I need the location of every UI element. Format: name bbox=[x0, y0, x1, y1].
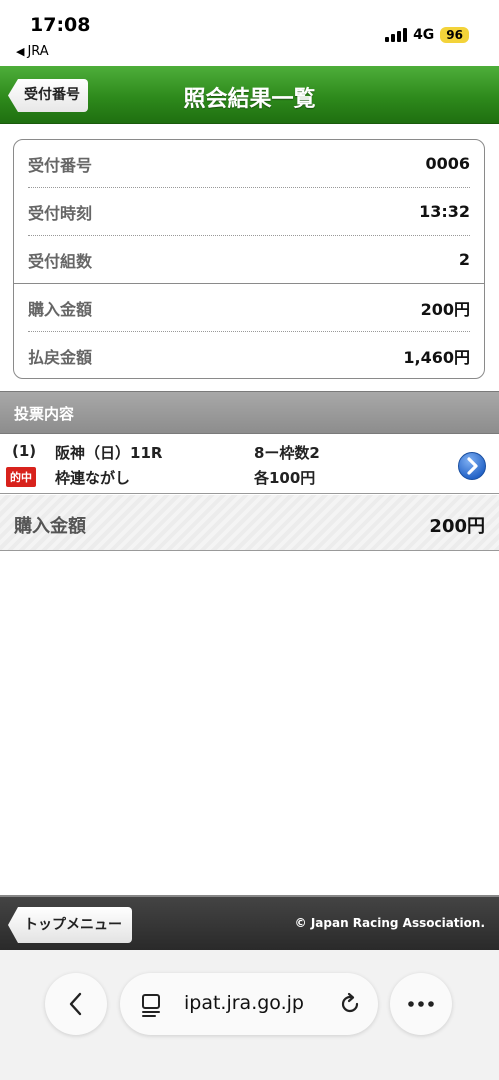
purchase-total: 購入金額 200円 bbox=[0, 495, 499, 551]
status-indicators: 4G 96 bbox=[385, 27, 469, 43]
address-bar[interactable]: ipat.jra.go.jp bbox=[120, 973, 378, 1035]
bet-amount: 各100円 bbox=[254, 469, 316, 487]
payout-amount-value: 1,460円 bbox=[403, 347, 470, 367]
back-app-label: JRA bbox=[27, 44, 49, 59]
section-header: 投票内容 bbox=[0, 391, 499, 434]
hit-badge: 的中 bbox=[6, 467, 36, 487]
receipt-time-label: 受付時刻 bbox=[28, 203, 93, 223]
receipt-count-value: 2 bbox=[458, 250, 470, 269]
back-to-app[interactable]: ◀ JRA bbox=[16, 44, 49, 59]
bet-race: 阪神（日）11R bbox=[55, 444, 163, 462]
purchase-total-value: 200円 bbox=[429, 516, 485, 537]
more-options-button[interactable] bbox=[390, 973, 452, 1035]
reload-icon[interactable] bbox=[338, 992, 362, 1016]
signal-icon bbox=[385, 28, 408, 42]
receipt-row: 受付組数 2 bbox=[28, 236, 470, 283]
receipt-row: 購入金額 200円 bbox=[28, 284, 470, 331]
network-label: 4G bbox=[413, 27, 435, 43]
section-title: 投票内容 bbox=[14, 405, 75, 423]
receipt-row: 受付番号 0006 bbox=[28, 140, 470, 187]
page-footer: トップメニュー © Japan Racing Association. bbox=[0, 895, 499, 950]
receipt-row: 受付時刻 13:32 bbox=[28, 188, 470, 235]
payout-amount-label: 払戻金額 bbox=[28, 347, 93, 367]
receipt-time-value: 13:32 bbox=[419, 202, 470, 221]
receipt-summary: 受付番号 0006 受付時刻 13:32 受付組数 2 購入金額 200円 払戻… bbox=[13, 139, 485, 379]
purchase-amount-value: 200円 bbox=[420, 299, 470, 319]
purchase-total-label: 購入金額 bbox=[14, 516, 86, 537]
receipt-number-value: 0006 bbox=[425, 154, 470, 173]
page-header: 受付番号 照会結果一覧 bbox=[0, 66, 499, 124]
status-time: 17:08 bbox=[30, 14, 91, 36]
purchase-amount-label: 購入金額 bbox=[28, 299, 93, 319]
url-text: ipat.jra.go.jp bbox=[184, 992, 304, 1014]
page-title: 照会結果一覧 bbox=[183, 87, 316, 112]
receipt-count-label: 受付組数 bbox=[28, 251, 93, 271]
browser-back-button[interactable] bbox=[45, 973, 107, 1035]
page-menu-icon[interactable] bbox=[140, 993, 162, 1017]
status-bar: 17:08 ◀ JRA 4G 96 bbox=[0, 0, 499, 66]
bet-entry[interactable]: (1) 阪神（日）11R 的中 枠連ながし 8ー枠数2 各100円 bbox=[0, 434, 499, 494]
chevron-left-icon bbox=[69, 992, 82, 1016]
bet-number: (1) bbox=[12, 442, 37, 460]
chevron-right-icon[interactable] bbox=[457, 451, 487, 481]
browser-toolbar: ipat.jra.go.jp bbox=[0, 950, 499, 1080]
back-triangle-icon: ◀ bbox=[16, 45, 25, 58]
bet-type: 枠連ながし bbox=[55, 469, 131, 487]
receipt-number-label: 受付番号 bbox=[28, 155, 93, 175]
battery-icon: 96 bbox=[440, 27, 469, 43]
top-menu-button[interactable]: トップメニュー bbox=[8, 907, 132, 943]
bet-combination: 8ー枠数2 bbox=[254, 444, 320, 462]
copyright: © Japan Racing Association. bbox=[294, 916, 485, 930]
receipt-row: 払戻金額 1,460円 bbox=[28, 332, 470, 379]
more-dots-icon bbox=[408, 1001, 434, 1007]
